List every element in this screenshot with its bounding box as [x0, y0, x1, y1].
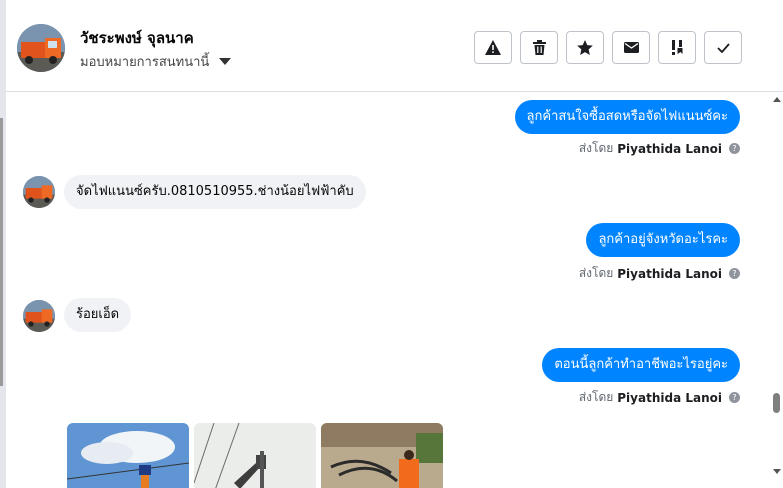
message-text: ตอนนี้ลูกค้าทำอาชีพอะไรอยู่คะ: [554, 357, 728, 372]
incoming-message[interactable]: ร้อยเอ็ด: [64, 298, 132, 332]
delete-button[interactable]: [520, 31, 558, 64]
info-icon[interactable]: ?: [729, 392, 740, 403]
message-text: ลูกค้าสนใจซื้อสดหรือจัดไฟแนนซ์คะ: [526, 109, 728, 124]
mark-unread-button[interactable]: [612, 31, 650, 64]
scroll-down-arrow-icon[interactable]: [773, 469, 781, 474]
outgoing-message[interactable]: ลูกค้าอยู่จังหวัดอะไรคะ: [586, 223, 740, 257]
scroll-thumb[interactable]: [773, 393, 780, 413]
check-icon: [716, 42, 730, 53]
scroll-up-arrow-icon[interactable]: [773, 97, 781, 102]
info-icon[interactable]: ?: [729, 143, 740, 154]
outgoing-message[interactable]: ลูกค้าสนใจซื้อสดหรือจัดไฟแนนซ์คะ: [514, 100, 740, 134]
contact-avatar-small[interactable]: [23, 300, 55, 332]
warning-icon: [485, 40, 501, 55]
attachment-photo[interactable]: [194, 423, 316, 488]
incoming-message[interactable]: จัดไฟแนนซ์ครับ.0810510955.ช่างน้อยไฟฟ้าค…: [64, 175, 366, 209]
star-button[interactable]: [566, 31, 604, 64]
message-text: จัดไฟแนนซ์ครับ.0810510955.ช่างน้อยไฟฟ้าค…: [76, 184, 354, 199]
sent-by-prefix: ส่งโดย: [578, 390, 614, 404]
left-panel-scrollbar[interactable]: [0, 118, 3, 386]
spam-button[interactable]: [474, 31, 512, 64]
sent-by-agent: Piyathida Lanoi: [617, 141, 722, 156]
message-text: ลูกค้าอยู่จังหวัดอะไรคะ: [598, 232, 728, 247]
trash-icon: [532, 40, 546, 55]
sent-by-prefix: ส่งโดย: [578, 266, 614, 280]
outgoing-message[interactable]: ตอนนี้ลูกค้าทำอาชีพอะไรอยู่คะ: [542, 348, 740, 382]
attachment-photo[interactable]: [321, 423, 443, 488]
sent-by-line: ส่งโดย Piyathida Lanoi ?: [579, 264, 740, 283]
envelope-icon: [623, 42, 639, 53]
sent-by-prefix: ส่งโดย: [578, 141, 614, 155]
info-icon[interactable]: ?: [729, 268, 740, 279]
contact-avatar-small[interactable]: [23, 176, 55, 208]
sent-by-agent: Piyathida Lanoi: [617, 266, 722, 281]
follow-up-button[interactable]: [658, 31, 696, 64]
message-thread[interactable]: ลูกค้าสนใจซื้อสดหรือจัดไฟแนนซ์คะ ส่งโดย …: [6, 93, 770, 488]
sent-by-line: ส่งโดย Piyathida Lanoi ?: [579, 139, 740, 158]
contact-avatar[interactable]: [17, 24, 65, 72]
attachment-photo[interactable]: [67, 423, 189, 488]
priority-icon: [671, 40, 682, 55]
sent-by-line: ส่งโดย Piyathida Lanoi ?: [579, 388, 740, 407]
assign-dropdown[interactable]: มอบหมายการสนทนานี้: [80, 51, 232, 72]
sent-by-agent: Piyathida Lanoi: [617, 390, 722, 405]
assign-label: มอบหมายการสนทนานี้: [80, 55, 210, 70]
star-icon: [577, 40, 593, 55]
thread-scrollbar[interactable]: [770, 93, 783, 488]
mark-done-button[interactable]: [704, 31, 742, 64]
photo-attachments: [67, 423, 443, 488]
conversation-toolbar: [474, 31, 742, 64]
chevron-down-icon: [219, 58, 232, 65]
conversation-header: วัชระพงษ์ จุลนาค มอบหมายการสนทนานี้: [6, 0, 783, 92]
contact-name[interactable]: วัชระพงษ์ จุลนาค: [80, 26, 194, 50]
message-text: ร้อยเอ็ด: [76, 307, 120, 322]
